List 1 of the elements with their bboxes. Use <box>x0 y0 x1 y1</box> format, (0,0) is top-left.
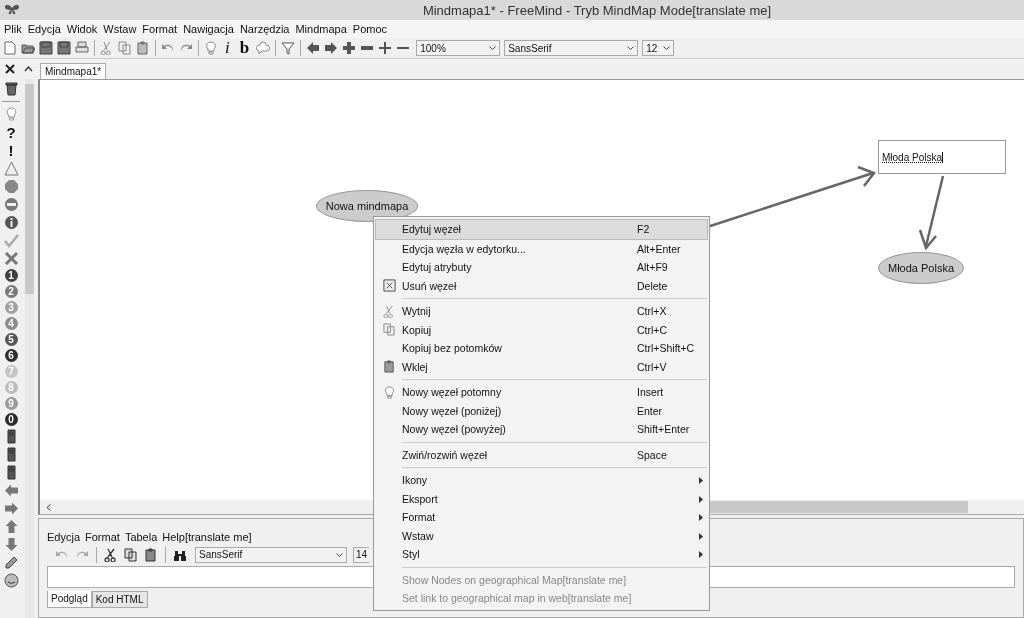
window-title: Mindmapa1* - FreeMind - Tryb MindMap Mode[translate me] <box>421 2 773 18</box>
